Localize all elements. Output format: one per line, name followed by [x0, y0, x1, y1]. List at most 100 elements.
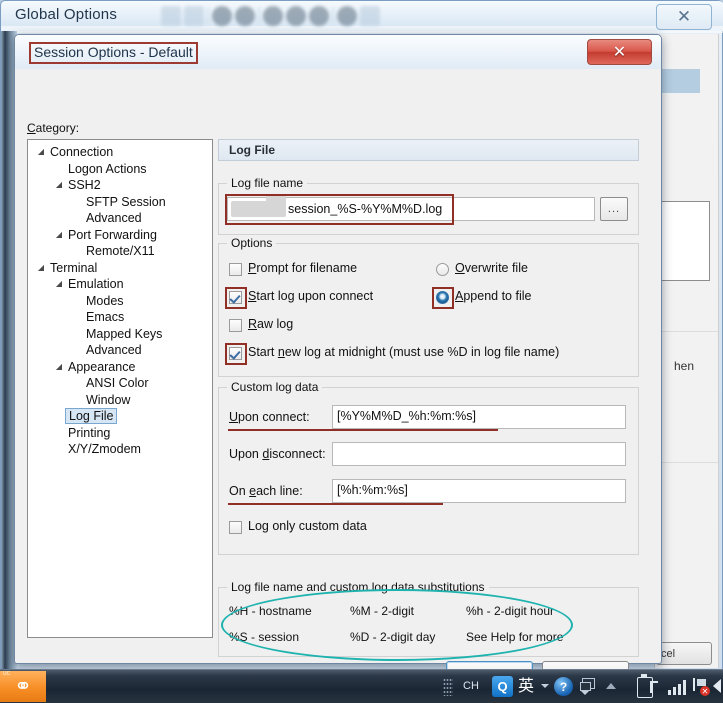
tree-item-label: Mapped Keys — [86, 326, 163, 341]
toolbar-icon-connect[interactable] — [161, 6, 181, 26]
uc-browser-taskbar-icon[interactable]: UC ⚭ — [0, 671, 46, 702]
tree-item-label: X/Y/Zmodem — [68, 442, 141, 456]
tree-item-logon-actions[interactable]: Logon Actions — [28, 161, 212, 178]
toolbar-icon-print[interactable] — [235, 6, 255, 26]
power-plug-icon — [650, 681, 658, 693]
tree-expander-icon[interactable]: ◢ — [36, 260, 46, 277]
tree-item-terminal[interactable]: ◢ Terminal — [28, 260, 212, 277]
signal-strength-icon[interactable] — [668, 679, 688, 695]
tree-expander-icon[interactable]: ◢ — [54, 177, 64, 194]
tree-expander-icon[interactable]: ◢ — [54, 276, 64, 293]
tree-item-appearance[interactable]: ◢ Appearance — [28, 359, 212, 376]
substitution-item: %M - 2-digit — [350, 604, 415, 618]
tree-item-mapped-keys[interactable]: Mapped Keys — [28, 326, 212, 343]
toolbar-icon-home[interactable] — [212, 6, 232, 26]
tree-item-log-file[interactable]: Log File — [28, 408, 212, 425]
tree-item-x-y-zmodem[interactable]: X/Y/Zmodem — [28, 441, 212, 458]
tree-expander-icon[interactable]: ◢ — [54, 359, 64, 376]
tree-item-sftp-session[interactable]: SFTP Session — [28, 194, 212, 211]
global-options-close-button[interactable]: ✕ — [656, 4, 712, 30]
custom-log-data-group-label: Custom log data — [227, 380, 323, 394]
panel-header-label: Log File — [229, 143, 275, 157]
show-hidden-icons-arrow[interactable] — [606, 683, 616, 689]
tree-item-label: Port Forwarding — [68, 227, 157, 242]
start-log-upon-connect-label: Start log upon connect — [248, 289, 374, 303]
language-mode-icon[interactable]: 英 — [518, 676, 534, 696]
tree-item-emulation[interactable]: ◢ Emulation — [28, 276, 212, 293]
tree-item-remote-x11[interactable]: Remote/X11 — [28, 243, 212, 260]
tree-item-label: Remote/X11 — [86, 244, 155, 258]
help-icon[interactable]: ? — [554, 677, 573, 696]
background-text-fragment: hen — [673, 359, 694, 373]
upon-connect-label: Upon connect: — [229, 410, 310, 424]
background-cancel-button[interactable]: cel — [656, 642, 712, 665]
start-new-log-at-midnight-checkbox[interactable] — [229, 347, 242, 360]
on-each-line-label: On each line: — [229, 484, 303, 498]
ime-mode-indicator[interactable]: CH — [463, 680, 479, 692]
tree-item-printing[interactable]: Printing — [28, 425, 212, 442]
chevron-down-icon[interactable] — [541, 684, 549, 688]
toolbar-icon-folder[interactable] — [286, 6, 306, 26]
tree-expander-icon[interactable]: ◢ — [54, 227, 64, 244]
global-options-toolbar — [161, 3, 456, 29]
prompt-for-filename-checkbox[interactable] — [229, 263, 242, 276]
log-file-panel: Log File Log file name session_%S-%Y%M%D… — [218, 139, 639, 661]
tree-item-label: Advanced — [86, 211, 142, 225]
append-to-file-label: Append to file — [455, 289, 532, 303]
toolbar-icon-quick-connect[interactable] — [184, 6, 204, 26]
overwrite-file-label: Overwrite file — [455, 261, 528, 275]
log-only-custom-data-checkbox[interactable] — [229, 521, 242, 534]
background-highlight-block — [656, 69, 700, 93]
volume-icon[interactable] — [713, 679, 721, 693]
network-icon[interactable]: ✕ — [693, 678, 710, 696]
toolbar-icon-filter[interactable] — [309, 6, 329, 26]
log-file-name-group-label: Log file name — [227, 176, 308, 190]
tree-item-label: Log File — [65, 408, 118, 424]
category-tree[interactable]: ◢ Connection Logon Actions ◢ SSH2 SFTP Sessio… — [27, 139, 213, 638]
tree-item-connection[interactable]: ◢ Connection — [28, 144, 212, 161]
panel-header: Log File — [218, 139, 639, 161]
overwrite-file-radio[interactable] — [436, 263, 449, 276]
start-log-upon-connect-checkbox[interactable] — [229, 291, 242, 304]
global-options-title: Global Options — [15, 6, 118, 23]
toolbar-icon-settings[interactable] — [263, 6, 283, 26]
chevron-down-icon-2[interactable] — [581, 691, 589, 695]
log-file-name-value: session_%S-%Y%M%D.log — [288, 202, 443, 216]
toolbar-separator — [207, 7, 209, 25]
on-each-line-input[interactable]: [%h:%m:%s] — [332, 479, 626, 503]
substitution-item: %h - 2-digit hour — [466, 604, 555, 618]
tree-item-label: SSH2 — [68, 178, 101, 192]
toolbar-icon-about[interactable] — [360, 6, 380, 26]
dialog-close-button[interactable]: ✕ — [587, 39, 652, 65]
toolbar-separator — [332, 7, 334, 25]
append-to-file-radio[interactable] — [436, 291, 449, 304]
tree-expander-icon[interactable]: ◢ — [36, 144, 46, 161]
category-label: Category: — [27, 121, 80, 135]
tree-item-advanced[interactable]: Advanced — [28, 342, 212, 359]
toolbar-icon-help[interactable] — [337, 6, 357, 26]
tree-item-label: Connection — [50, 145, 114, 159]
prompt-for-filename-label: Prompt for filename — [248, 261, 358, 275]
raw-log-checkbox[interactable] — [229, 319, 242, 332]
upon-connect-input[interactable]: [%Y%M%D_%h:%m:%s] — [332, 405, 626, 429]
tree-item-label: SFTP Session — [86, 194, 166, 209]
start-new-log-at-midnight-label: Start new log at midnight (must use %D i… — [248, 345, 560, 359]
windows-toolbox-icon[interactable] — [580, 678, 595, 691]
log-file-browse-button[interactable]: ... — [600, 197, 628, 221]
tree-item-label: Logon Actions — [68, 161, 147, 176]
tray-grip-dots — [443, 678, 453, 696]
tree-item-ssh2[interactable]: ◢ SSH2 — [28, 177, 212, 194]
qq-pinyin-icon[interactable]: Q — [492, 676, 513, 697]
upon-disconnect-input[interactable] — [332, 442, 626, 466]
options-group-label: Options — [227, 236, 277, 250]
tree-item-label: Printing — [68, 425, 111, 440]
tree-item-window[interactable]: Window — [28, 392, 212, 409]
tree-item-emacs[interactable]: Emacs — [28, 309, 212, 326]
tree-item-ansi-color[interactable]: ANSI Color — [28, 375, 212, 392]
tree-item-modes[interactable]: Modes — [28, 293, 212, 310]
tree-item-port-forwarding[interactable]: ◢ Port Forwarding — [28, 227, 212, 244]
taskbar: UC ⚭ CH Q 英 ? ✕ — [0, 669, 723, 703]
substitution-item: %H - hostname — [229, 604, 312, 618]
uc-browser-label: UC — [3, 671, 11, 677]
tree-item-advanced[interactable]: Advanced — [28, 210, 212, 227]
